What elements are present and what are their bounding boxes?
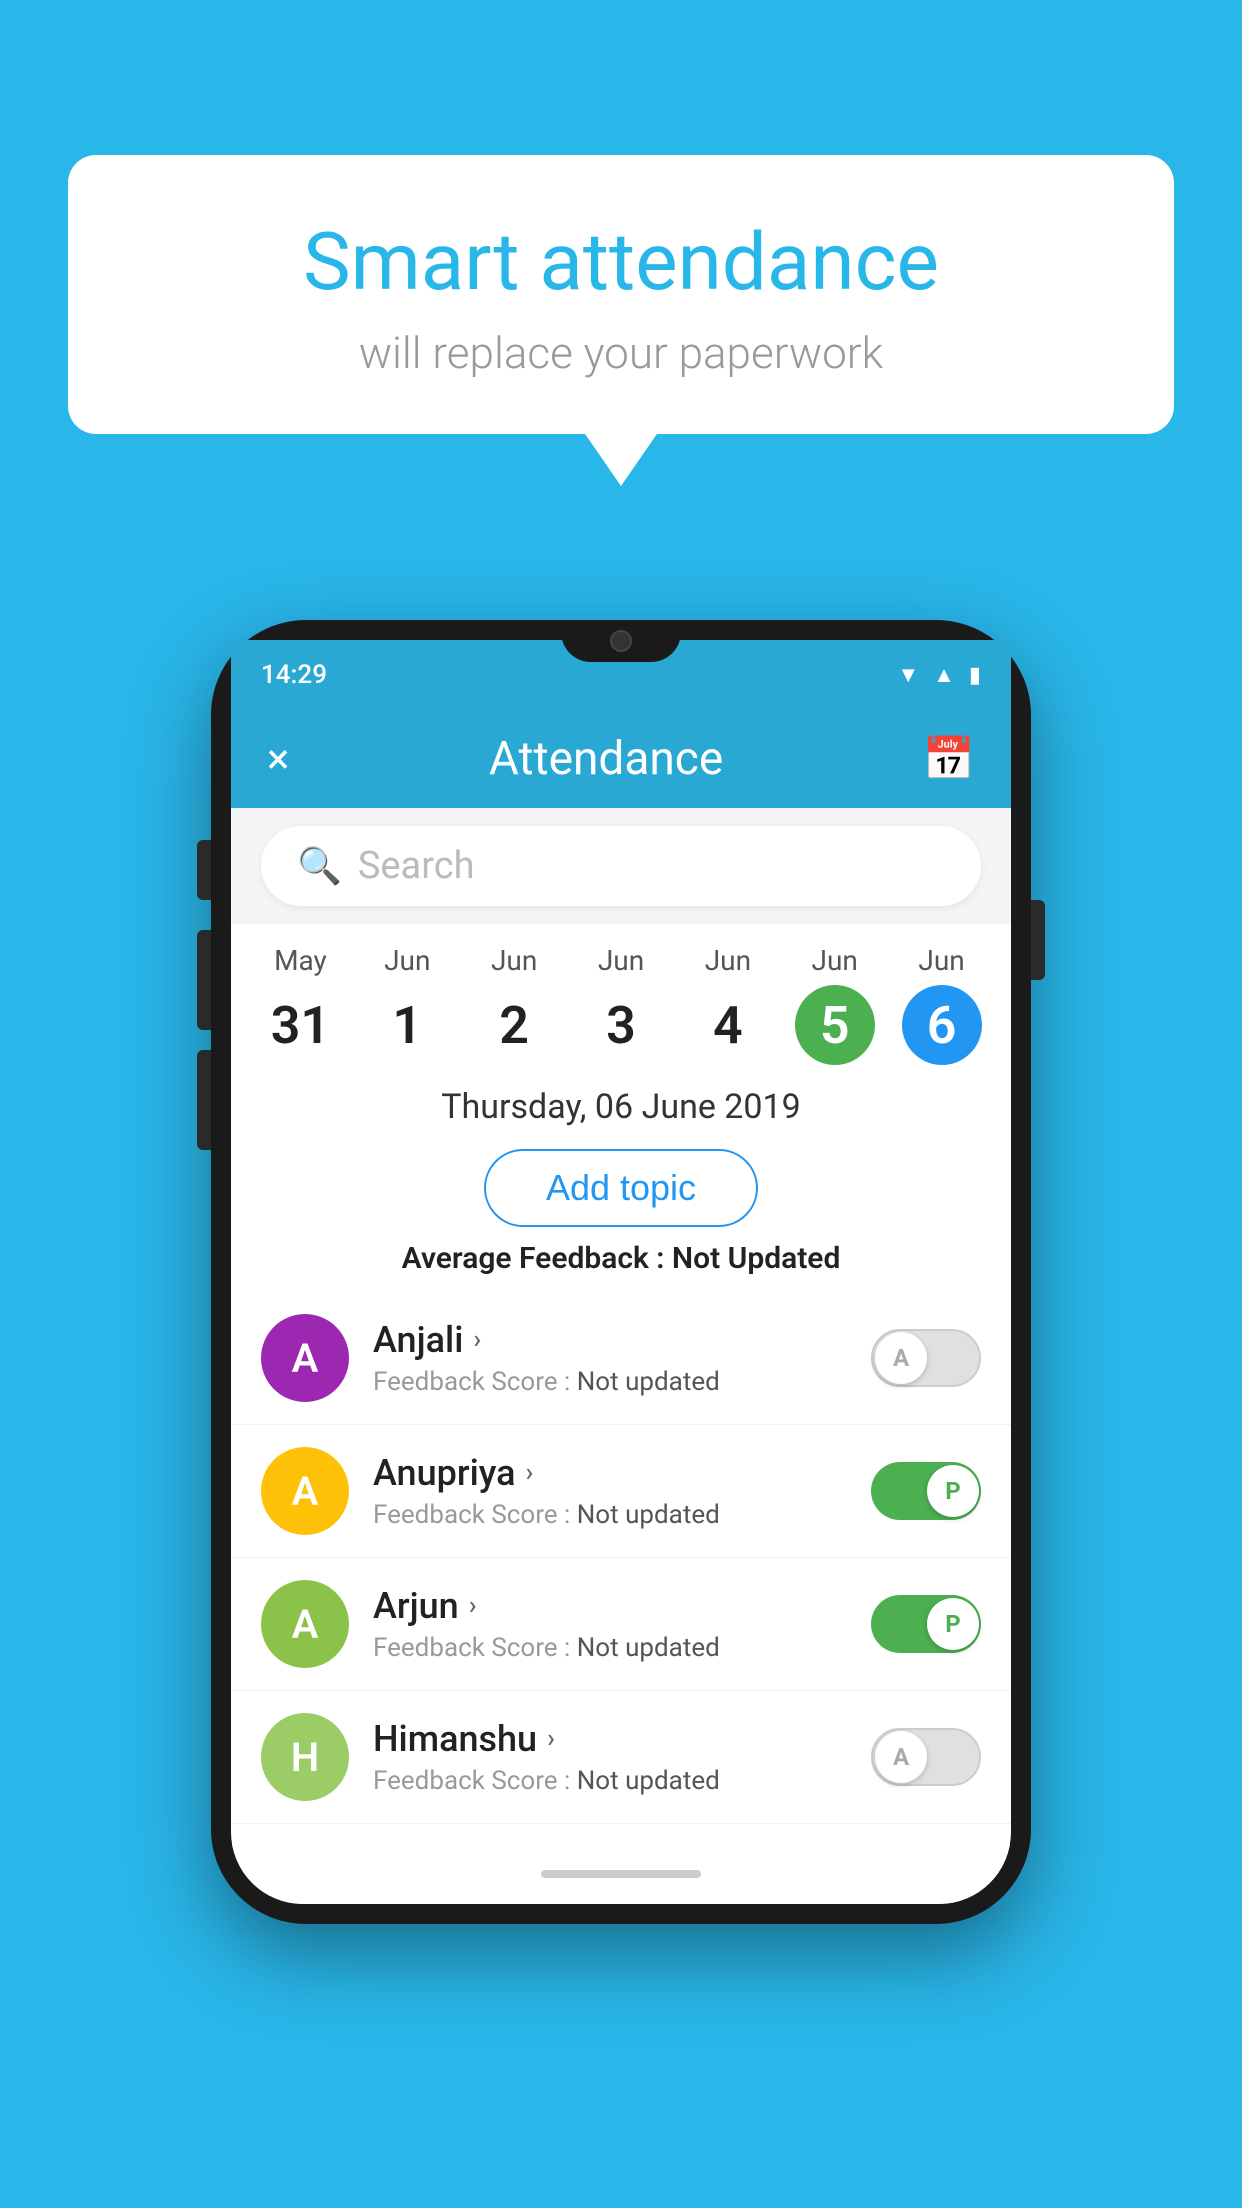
camera <box>610 630 632 652</box>
status-time: 14:29 <box>261 660 327 690</box>
student-score-anjali: Feedback Score : Not updated <box>373 1367 847 1397</box>
chevron-icon: › <box>473 1325 481 1355</box>
avatar-anupriya: A <box>261 1447 349 1535</box>
student-name-arjun[interactable]: Arjun › <box>373 1585 847 1627</box>
app-title: Attendance <box>489 732 723 786</box>
speech-bubble-subtitle: will replace your paperwork <box>108 327 1134 379</box>
speech-bubble: Smart attendance will replace your paper… <box>68 155 1174 434</box>
cal-day-6[interactable]: Jun 6 <box>888 944 995 1065</box>
add-topic-container: Add topic <box>231 1141 1011 1241</box>
phone-wrapper: 14:29 ▼ ▲ ▮ × Attendance 📅 🔍 Search <box>211 620 1031 1924</box>
search-placeholder: Search <box>358 844 475 888</box>
cal-day-1[interactable]: Jun 1 <box>354 944 461 1065</box>
student-info-anjali: Anjali › Feedback Score : Not updated <box>373 1319 847 1397</box>
notch <box>561 620 681 662</box>
avg-feedback-label: Average Feedback : <box>402 1241 665 1276</box>
student-score-anupriya: Feedback Score : Not updated <box>373 1500 847 1530</box>
speech-bubble-title: Smart attendance <box>108 215 1134 309</box>
toggle-anupriya[interactable]: P <box>871 1462 981 1520</box>
calendar-row: May 31 Jun 1 Jun 2 Jun 3 Jun 4 <box>231 924 1011 1065</box>
student-name-anupriya[interactable]: Anupriya › <box>373 1452 847 1494</box>
app-header: × Attendance 📅 <box>231 710 1011 808</box>
search-bar-container: 🔍 Search <box>231 808 1011 924</box>
toggle-anjali[interactable]: A <box>871 1329 981 1387</box>
student-score-himanshu: Feedback Score : Not updated <box>373 1766 847 1796</box>
student-info-arjun: Arjun › Feedback Score : Not updated <box>373 1585 847 1663</box>
avg-feedback: Average Feedback : Not Updated <box>231 1241 1011 1292</box>
search-bar[interactable]: 🔍 Search <box>261 826 981 906</box>
phone-bottom <box>231 1844 1011 1904</box>
student-item-arjun: A Arjun › Feedback Score : Not updated P <box>231 1558 1011 1691</box>
student-info-himanshu: Himanshu › Feedback Score : Not updated <box>373 1718 847 1796</box>
search-icon: 🔍 <box>297 845 342 887</box>
phone-shell: 14:29 ▼ ▲ ▮ × Attendance 📅 🔍 Search <box>211 620 1031 1924</box>
power-button <box>1031 900 1045 980</box>
student-name-himanshu[interactable]: Himanshu › <box>373 1718 847 1760</box>
volume-down-button <box>197 1050 211 1150</box>
student-item-anupriya: A Anupriya › Feedback Score : Not update… <box>231 1425 1011 1558</box>
mute-button <box>197 840 211 900</box>
toggle-himanshu[interactable]: A <box>871 1728 981 1786</box>
status-icons: ▼ ▲ ▮ <box>897 662 981 688</box>
avg-feedback-value: Not Updated <box>672 1241 840 1276</box>
phone-screen: × Attendance 📅 🔍 Search May 31 Jun <box>231 710 1011 1904</box>
student-score-arjun: Feedback Score : Not updated <box>373 1633 847 1663</box>
speech-bubble-container: Smart attendance will replace your paper… <box>68 155 1174 434</box>
chevron-icon: › <box>469 1591 477 1621</box>
avatar-anjali: A <box>261 1314 349 1402</box>
student-item-himanshu: H Himanshu › Feedback Score : Not update… <box>231 1691 1011 1824</box>
selected-date: Thursday, 06 June 2019 <box>231 1065 1011 1141</box>
cal-day-0[interactable]: May 31 <box>247 944 354 1065</box>
chevron-icon: › <box>547 1724 555 1754</box>
calendar-icon[interactable]: 📅 <box>923 735 975 784</box>
chevron-icon: › <box>526 1458 534 1488</box>
student-list: A Anjali › Feedback Score : Not updated … <box>231 1292 1011 1844</box>
wifi-icon: ▼ <box>897 662 919 688</box>
student-item-anjali: A Anjali › Feedback Score : Not updated … <box>231 1292 1011 1425</box>
avatar-arjun: A <box>261 1580 349 1668</box>
battery-icon: ▮ <box>969 663 981 688</box>
toggle-arjun[interactable]: P <box>871 1595 981 1653</box>
cal-day-5[interactable]: Jun 5 <box>781 944 888 1065</box>
cal-day-4[interactable]: Jun 4 <box>674 944 781 1065</box>
avatar-himanshu: H <box>261 1713 349 1801</box>
student-info-anupriya: Anupriya › Feedback Score : Not updated <box>373 1452 847 1530</box>
home-indicator <box>541 1870 701 1878</box>
volume-up-button <box>197 930 211 1030</box>
cal-day-3[interactable]: Jun 3 <box>568 944 675 1065</box>
student-name-anjali[interactable]: Anjali › <box>373 1319 847 1361</box>
close-button[interactable]: × <box>267 735 289 784</box>
signal-icon: ▲ <box>933 662 955 688</box>
add-topic-button[interactable]: Add topic <box>484 1149 758 1227</box>
cal-day-2[interactable]: Jun 2 <box>461 944 568 1065</box>
